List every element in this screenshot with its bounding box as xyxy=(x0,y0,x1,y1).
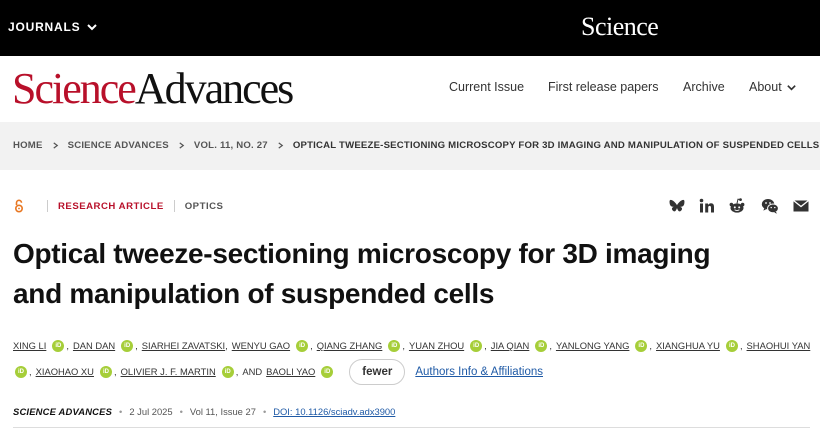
nav-archive[interactable]: Archive xyxy=(683,80,725,94)
breadcrumb-home[interactable]: HOME xyxy=(13,140,43,151)
reddit-icon[interactable] xyxy=(728,197,746,215)
divider xyxy=(47,200,48,212)
orcid-icon[interactable]: iD xyxy=(635,340,648,352)
author-link[interactable]: DAN DAN xyxy=(73,333,115,359)
author-link[interactable]: BAOLI YAO xyxy=(266,359,315,385)
bullet-separator: • xyxy=(119,406,123,417)
chevron-down-icon xyxy=(87,24,98,31)
author-link[interactable]: XIAOHAO XU xyxy=(36,359,94,385)
open-access-icon xyxy=(14,199,24,213)
pub-journal[interactable]: SCIENCE ADVANCES xyxy=(13,406,112,417)
bullet-separator: • xyxy=(179,406,183,417)
breadcrumb-journal[interactable]: SCIENCE ADVANCES xyxy=(68,140,169,151)
author-link[interactable]: QIANG ZHANG xyxy=(317,333,383,359)
orcid-icon[interactable]: iD xyxy=(121,340,134,352)
author-link[interactable]: XIANGHUA YU xyxy=(656,333,720,359)
author-link[interactable]: YUAN ZHOU xyxy=(409,333,464,359)
main-nav: Current Issue First release papers Archi… xyxy=(0,80,820,100)
orcid-icon[interactable]: iD xyxy=(15,366,27,378)
article-title-line-1: Optical tweeze-sectioning microscopy for… xyxy=(13,238,711,269)
author-and: AND xyxy=(242,366,263,377)
chevron-right-icon xyxy=(278,142,284,149)
chevron-right-icon xyxy=(179,142,185,149)
journals-menu[interactable]: JOURNALS xyxy=(8,20,98,34)
chevron-down-icon xyxy=(786,84,796,91)
author-link[interactable]: OLIVIER J. F. MARTIN xyxy=(121,359,216,385)
chevron-right-icon xyxy=(52,142,58,149)
author-line: XING LI iD, DAN DAN iD, SIARHEI ZAVATSKI, … xyxy=(13,333,813,359)
article-title-line-2: and manipulation of suspended cells xyxy=(13,278,495,309)
divider xyxy=(173,200,175,212)
breadcrumb-bar: HOME SCIENCE ADVANCES VOL. 11, NO. 27 OP… xyxy=(0,122,820,170)
breadcrumb-issue[interactable]: VOL. 11, NO. 27 xyxy=(194,140,268,151)
author-link[interactable]: JIA QIAN xyxy=(491,333,530,359)
author-link[interactable]: WENYU GAO xyxy=(232,333,290,359)
linkedin-icon[interactable] xyxy=(698,197,716,215)
article-title: Optical tweeze-sectioning microscopy for… xyxy=(13,234,808,314)
author-link[interactable]: XING LI xyxy=(13,333,46,359)
bluesky-icon[interactable] xyxy=(668,197,686,215)
journals-label: JOURNALS xyxy=(8,20,81,34)
journal-header: ScienceAdvances Current Issue First rele… xyxy=(0,56,820,122)
affiliations-link[interactable]: Authors Info & Affiliations xyxy=(415,359,543,385)
article-type[interactable]: RESEARCH ARTICLE xyxy=(58,201,164,212)
nav-first-release[interactable]: First release papers xyxy=(548,80,658,94)
author-link[interactable]: SIARHEI ZAVATSKI xyxy=(142,333,225,359)
orcid-icon[interactable]: iD xyxy=(296,340,309,352)
orcid-icon[interactable]: iD xyxy=(99,366,112,378)
author-link[interactable]: SHAOHUI YAN xyxy=(747,333,811,359)
email-icon[interactable] xyxy=(792,197,810,215)
pub-volume[interactable]: Vol 11, Issue 27 xyxy=(190,406,256,417)
orcid-icon[interactable]: iD xyxy=(388,340,401,352)
author-list: XING LI iD, DAN DAN iD, SIARHEI ZAVATSKI, … xyxy=(13,333,813,385)
breadcrumb: HOME SCIENCE ADVANCES VOL. 11, NO. 27 OP… xyxy=(13,140,819,151)
nav-current-issue[interactable]: Current Issue xyxy=(449,80,524,94)
author-link[interactable]: YANLONG YANG xyxy=(556,333,629,359)
orcid-icon[interactable]: iD xyxy=(535,340,548,352)
publication-info: SCIENCE ADVANCES • 2 Jul 2025 • Vol 11, … xyxy=(13,406,395,417)
orcid-icon[interactable]: iD xyxy=(725,340,738,352)
article-subject[interactable]: OPTICS xyxy=(185,201,224,212)
fewer-button[interactable]: fewer xyxy=(349,359,406,385)
breadcrumb-article: OPTICAL TWEEZE-SECTIONING MICROSCOPY FOR… xyxy=(292,140,820,151)
share-bar xyxy=(668,197,810,215)
nav-about[interactable]: About xyxy=(749,80,797,94)
nav-about-label: About xyxy=(749,80,782,94)
science-logo[interactable]: Science xyxy=(581,12,659,42)
orcid-icon[interactable]: iD xyxy=(221,366,234,378)
orcid-icon[interactable]: iD xyxy=(52,340,65,352)
pub-date: 2 Jul 2025 xyxy=(129,406,173,417)
bullet-separator: • xyxy=(262,406,267,417)
article-meta: RESEARCH ARTICLE OPTICS xyxy=(13,199,223,213)
top-bar: JOURNALS Science xyxy=(0,0,820,56)
orcid-icon[interactable]: iD xyxy=(470,340,483,352)
doi-link[interactable]: DOI: 10.1126/sciadv.adx3900 xyxy=(273,406,395,417)
orcid-icon[interactable]: iD xyxy=(321,366,334,378)
divider xyxy=(13,427,810,428)
author-line: iD, XIAOHAO XU iD, OLIVIER J. F. MARTIN iD… xyxy=(13,359,813,385)
wechat-icon[interactable] xyxy=(761,197,779,215)
